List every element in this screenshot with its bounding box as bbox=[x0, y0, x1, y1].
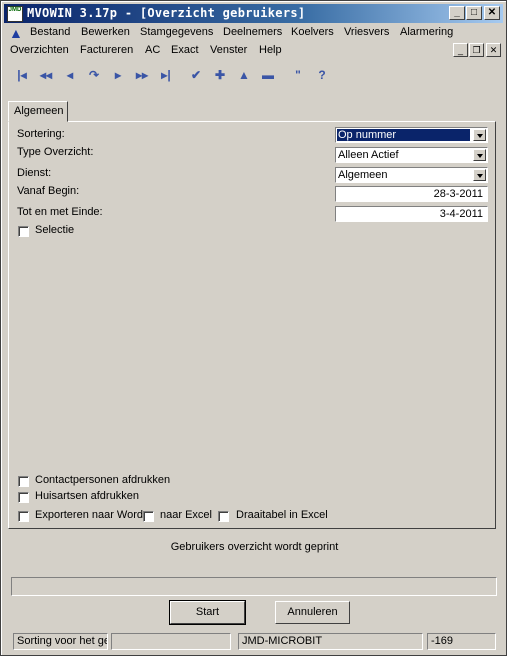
maximize-icon[interactable]: □ bbox=[466, 6, 482, 20]
statusbar-empty bbox=[111, 633, 231, 650]
menu-bar-2: Overzichten Factureren AC Exact Venster … bbox=[4, 42, 503, 60]
menu-overzichten[interactable]: Overzichten bbox=[10, 44, 69, 56]
exporteren-word-label: Exporteren naar Word bbox=[35, 509, 144, 521]
delete-icon[interactable]: ▬ bbox=[258, 67, 278, 83]
menu-venster[interactable]: Venster bbox=[210, 44, 247, 56]
navigation-toolbar: |◂ ◂◂ ◂ ↷ ▸ ▸▸ ▸| ✔ ✚ ▲ ▬ " ? bbox=[4, 62, 503, 88]
statusbar-company: JMD-MICROBIT bbox=[238, 633, 423, 650]
menu-koelvers[interactable]: Koelvers bbox=[291, 26, 334, 38]
type-overzicht-label: Type Overzicht: bbox=[17, 146, 94, 158]
exporteren-word-checkbox[interactable] bbox=[18, 511, 29, 522]
naar-excel-checkbox[interactable] bbox=[143, 511, 154, 522]
next-page-icon[interactable]: ▸▸ bbox=[132, 67, 152, 83]
first-icon[interactable]: |◂ bbox=[12, 67, 32, 83]
menu-bar: ▲ Bestand Bewerken Stamgegevens Deelneme… bbox=[4, 24, 503, 42]
up-icon[interactable]: ▲ bbox=[234, 67, 254, 83]
app-window: JMD MVOWIN 3.17p - [Overzicht gebruikers… bbox=[0, 0, 507, 656]
help-icon[interactable]: ? bbox=[312, 67, 332, 83]
child-minimize-icon[interactable]: _ bbox=[453, 43, 468, 57]
close-icon[interactable]: ✕ bbox=[484, 6, 500, 20]
refresh-icon[interactable]: ↷ bbox=[84, 67, 104, 83]
window-title: MVOWIN 3.17p - [Overzicht gebruikers] bbox=[27, 6, 306, 20]
app-logo-icon: JMD bbox=[7, 6, 23, 22]
sortering-select[interactable]: Op nummer bbox=[335, 127, 488, 143]
last-icon[interactable]: ▸| bbox=[156, 67, 176, 83]
prev-icon[interactable]: ◂ bbox=[60, 67, 80, 83]
status-message: Gebruikers overzicht wordt geprint bbox=[170, 541, 339, 553]
menu-alarmering[interactable]: Alarmering bbox=[400, 26, 453, 38]
tab-panel-algemeen: Sortering: Op nummer Type Overzicht: All… bbox=[8, 121, 496, 529]
statusbar-hint: Sorting voor het ge bbox=[13, 633, 108, 650]
tot-einde-input[interactable]: 3-4-2011 bbox=[335, 206, 488, 222]
contactpersonen-label: Contactpersonen afdrukken bbox=[35, 474, 171, 486]
contactpersonen-checkbox[interactable] bbox=[18, 476, 29, 487]
chevron-down-icon[interactable] bbox=[473, 169, 486, 181]
prev-page-icon[interactable]: ◂◂ bbox=[36, 67, 56, 83]
menu-deelnemers[interactable]: Deelnemers bbox=[223, 26, 282, 38]
selectie-label: Selectie bbox=[35, 224, 75, 236]
chevron-down-icon[interactable] bbox=[473, 129, 486, 141]
huisartsen-label: Huisartsen afdrukken bbox=[35, 490, 139, 502]
cancel-button[interactable]: Annuleren bbox=[275, 601, 350, 624]
start-button[interactable]: Start bbox=[169, 600, 246, 625]
tab-strip: Algemeen bbox=[8, 101, 498, 122]
check-icon[interactable]: ✔ bbox=[186, 67, 206, 83]
huisartsen-checkbox[interactable] bbox=[18, 492, 29, 503]
sortering-label: Sortering: bbox=[17, 128, 65, 140]
dienst-label: Dienst: bbox=[17, 167, 52, 179]
menu-vriesvers[interactable]: Vriesvers bbox=[344, 26, 389, 38]
next-icon[interactable]: ▸ bbox=[108, 67, 128, 83]
sortering-value: Op nummer bbox=[337, 129, 470, 141]
tot-einde-label: Tot en met Einde: bbox=[17, 206, 103, 218]
menu-help[interactable]: Help bbox=[259, 44, 282, 56]
title-bar[interactable]: JMD MVOWIN 3.17p - [Overzicht gebruikers… bbox=[4, 4, 503, 23]
menu-stamgegevens[interactable]: Stamgegevens bbox=[140, 26, 213, 38]
naar-excel-label: naar Excel bbox=[160, 509, 212, 521]
selectie-checkbox[interactable] bbox=[18, 226, 29, 237]
type-overzicht-select[interactable]: Alleen Actief bbox=[335, 147, 488, 163]
draaitabel-label: Draaitabel in Excel bbox=[236, 509, 328, 521]
dienst-value: Algemeen bbox=[338, 169, 388, 181]
menu-bestand[interactable]: Bestand bbox=[30, 26, 70, 38]
child-restore-icon[interactable]: ❐ bbox=[469, 43, 484, 57]
menu-ac[interactable]: AC bbox=[145, 44, 160, 56]
vanaf-begin-label: Vanaf Begin: bbox=[17, 185, 80, 197]
vanaf-begin-input[interactable]: 28-3-2011 bbox=[335, 186, 488, 202]
child-close-icon[interactable]: ✕ bbox=[486, 43, 501, 57]
statusbar-code: -169 bbox=[427, 633, 496, 650]
add-icon[interactable]: ✚ bbox=[210, 67, 230, 83]
minimize-icon[interactable]: _ bbox=[449, 6, 465, 20]
chevron-down-icon[interactable] bbox=[473, 149, 486, 161]
menu-bewerken[interactable]: Bewerken bbox=[81, 26, 130, 38]
tab-algemeen[interactable]: Algemeen bbox=[8, 101, 68, 122]
draaitabel-checkbox[interactable] bbox=[218, 511, 229, 522]
mdi-child-icon[interactable]: ▲ bbox=[9, 25, 23, 41]
dienst-select[interactable]: Algemeen bbox=[335, 167, 488, 183]
app-icon-text: JMD bbox=[8, 7, 22, 13]
type-overzicht-value: Alleen Actief bbox=[338, 149, 399, 161]
quote-icon[interactable]: " bbox=[288, 67, 308, 83]
progress-bar bbox=[11, 577, 497, 596]
menu-exact[interactable]: Exact bbox=[171, 44, 199, 56]
menu-factureren[interactable]: Factureren bbox=[80, 44, 133, 56]
